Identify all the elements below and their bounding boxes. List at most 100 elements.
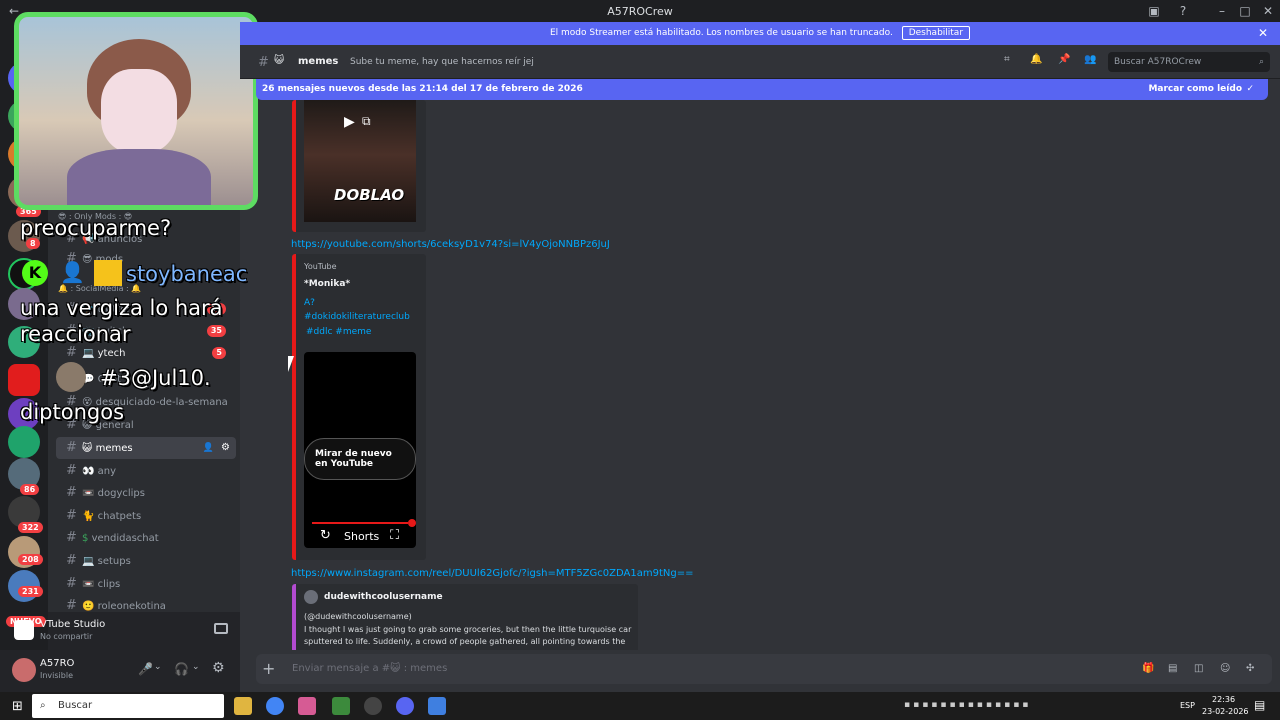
- search-input[interactable]: Buscar A57ROCrew ⌕: [1108, 52, 1270, 72]
- channel-topic: Sube tu meme, hay que hacernos reír jej: [350, 57, 534, 67]
- system-tray-icons[interactable]: ▪▪▪▪▪▪▪▪▪▪▪▪▪▪: [904, 700, 1164, 712]
- channel-emoji: 😺: [82, 443, 93, 454]
- channel-vendidaschat[interactable]: # $ vendidaschat: [56, 527, 236, 549]
- message-composer[interactable]: + Enviar mensaje a #😺 : memes 🎁 ▤ ◫ ☺ ✣: [256, 654, 1272, 684]
- channel-emoji: 😺: [274, 55, 285, 66]
- replay-icon[interactable]: ↻: [320, 528, 331, 543]
- headphones-icon[interactable]: 🎧: [174, 662, 189, 676]
- taskbar-search-text: Buscar: [58, 700, 93, 711]
- chevron-down-icon[interactable]: ⌄: [154, 662, 162, 672]
- mark-read-icon[interactable]: ✓: [1246, 79, 1254, 100]
- gear-icon[interactable]: ⚙: [212, 660, 225, 676]
- minimize-icon[interactable]: –: [1214, 3, 1230, 19]
- embed-hashtag[interactable]: #dokidokiliteratureclub: [304, 312, 410, 322]
- close-icon[interactable]: ✕: [1258, 22, 1268, 45]
- open-external-icon[interactable]: ⧉: [362, 114, 371, 129]
- guild-badge: 322: [18, 522, 43, 533]
- maximize-icon[interactable]: □: [1237, 3, 1253, 19]
- progress-bar[interactable]: [312, 522, 408, 524]
- play-icon[interactable]: ▶: [344, 114, 355, 130]
- overlay-chat-line: diptongos: [20, 400, 125, 424]
- channel-emoji: 📼: [82, 488, 95, 499]
- file-explorer-icon[interactable]: [234, 697, 252, 715]
- ig-author[interactable]: dudewithcoolusername: [324, 592, 443, 602]
- embed-title[interactable]: *Monika*: [304, 279, 350, 289]
- channel-any[interactable]: # 👀 any: [56, 460, 236, 482]
- app-icon[interactable]: [298, 697, 316, 715]
- channel-clips[interactable]: # 📼 clips: [56, 573, 236, 595]
- members-icon[interactable]: 👥: [1084, 54, 1096, 65]
- avatar[interactable]: [12, 658, 36, 682]
- embed-hashtag[interactable]: #ddlc #meme: [306, 327, 371, 337]
- share-screen-icon[interactable]: [214, 623, 228, 634]
- overlay-username: #3@Jul10.: [100, 366, 211, 390]
- vtuber-avatar-overlay: [14, 12, 258, 210]
- guild-badge: 86: [20, 484, 40, 495]
- apps-icon[interactable]: ✣: [1246, 654, 1254, 684]
- video-caption: DOBLAO: [334, 186, 405, 204]
- channel-label: ytech: [97, 348, 126, 359]
- rewatch-button[interactable]: Mirar de nuevo en YouTube: [304, 438, 416, 480]
- hash-icon: #: [258, 55, 269, 70]
- chrome-icon[interactable]: [266, 697, 284, 715]
- new-messages-bar[interactable]: 26 mensajes nuevos desde las 21:14 del 1…: [256, 79, 1268, 100]
- windows-start-icon[interactable]: ⊞: [12, 699, 23, 714]
- channel-setups[interactable]: # 💻 setups: [56, 550, 236, 572]
- unread-badge: 35: [206, 325, 226, 337]
- overlay-avatar: [56, 362, 86, 392]
- channel-emoji: 💻: [82, 556, 95, 567]
- hash-icon: #: [66, 463, 77, 478]
- microphone-icon[interactable]: 🎤: [138, 662, 153, 676]
- clock-time[interactable]: 22:36: [1212, 695, 1235, 704]
- mark-read-button[interactable]: Marcar como leído: [1148, 79, 1242, 100]
- rewatch-label: Mirar de nuevo en YouTube: [315, 449, 392, 469]
- fullscreen-icon[interactable]: ⛶: [390, 528, 399, 543]
- channel-memes[interactable]: # 😺 memes 👤 ⚙: [56, 437, 236, 459]
- channel-title: memes: [298, 56, 339, 67]
- channel-dogyclips[interactable]: # 📼 dogyclips: [56, 482, 236, 504]
- add-member-icon[interactable]: 👤: [203, 437, 214, 459]
- clock-date[interactable]: 23-02-2026: [1202, 707, 1249, 716]
- instagram-link[interactable]: https://www.instagram.com/reel/DUUl62Gjo…: [291, 568, 693, 579]
- dollar-icon: $: [82, 533, 89, 544]
- gear-icon[interactable]: ⚙: [221, 437, 230, 459]
- bell-icon[interactable]: 🔔: [1030, 54, 1042, 65]
- shorts-player[interactable]: Mirar de nuevo en YouTube ↻ Shorts ⛶: [304, 352, 416, 548]
- chevron-down-icon[interactable]: ⌄: [192, 662, 200, 672]
- video-thumbnail[interactable]: ▶ ⧉ DOBLAO: [304, 100, 416, 222]
- notifications-icon[interactable]: ▤: [1254, 698, 1265, 712]
- server-icon[interactable]: [8, 426, 40, 458]
- add-attachment-icon[interactable]: +: [262, 654, 275, 684]
- message-input[interactable]: Enviar mensaje a #😺 : memes: [292, 654, 447, 684]
- hash-icon: #: [66, 530, 77, 545]
- channel-label: vendidaschat: [91, 533, 159, 544]
- guild-badge: 231: [18, 586, 43, 597]
- user-status: Invisible: [40, 671, 73, 680]
- youtube-link[interactable]: https://youtube.com/shorts/6ceksyD1v74?s…: [291, 239, 610, 250]
- app-icon[interactable]: [332, 697, 350, 715]
- language-indicator[interactable]: ESP: [1180, 701, 1195, 710]
- disable-streamer-button[interactable]: Deshabilitar: [901, 26, 971, 40]
- inbox-icon[interactable]: ▣: [1146, 3, 1162, 19]
- avatar-face: [101, 69, 177, 153]
- gift-icon[interactable]: 🎁: [1142, 654, 1154, 684]
- ig-handle: (@dudewithcoolusername): [304, 612, 412, 621]
- channel-chatpets[interactable]: # 🐈 chatpets: [56, 505, 236, 527]
- channel-label: chatpets: [97, 511, 142, 522]
- channel-label: memes: [95, 443, 133, 454]
- close-window-icon[interactable]: ✕: [1260, 3, 1276, 19]
- youtube-server-icon[interactable]: [8, 364, 40, 396]
- threads-icon[interactable]: ⌗: [1004, 54, 1010, 65]
- emoji-icon[interactable]: ☺: [1220, 654, 1230, 684]
- video-embed: ▶ ⧉ DOBLAO: [292, 100, 426, 232]
- progress-handle[interactable]: [408, 519, 416, 527]
- gif-icon[interactable]: ▤: [1168, 654, 1177, 684]
- pin-icon[interactable]: 📌: [1058, 54, 1070, 65]
- taskbar-search[interactable]: ⌕ Buscar: [32, 694, 224, 718]
- discord-icon[interactable]: [396, 697, 414, 715]
- help-icon[interactable]: ?: [1175, 3, 1191, 19]
- sticker-icon[interactable]: ◫: [1194, 654, 1203, 684]
- obs-icon[interactable]: [364, 697, 382, 715]
- app-icon[interactable]: [428, 697, 446, 715]
- new-messages-text: 26 mensajes nuevos desde las 21:14 del 1…: [262, 84, 583, 94]
